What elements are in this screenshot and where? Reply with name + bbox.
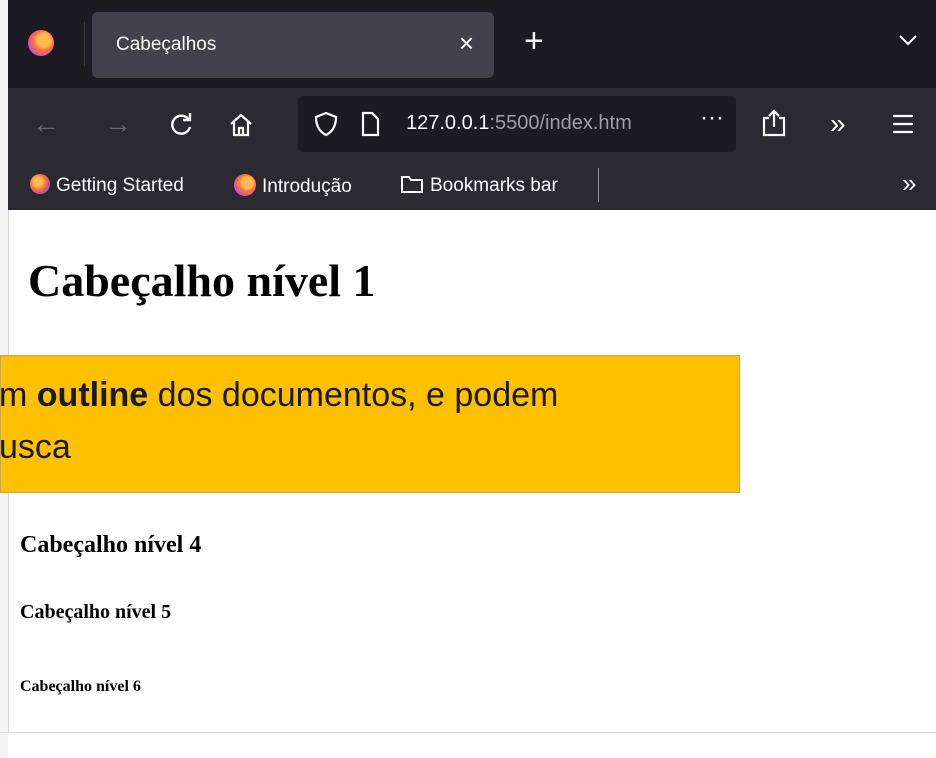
bookmark-introducao[interactable]: Introdução bbox=[234, 174, 352, 198]
back-arrow-icon[interactable]: ← bbox=[32, 108, 60, 140]
callout-text: m bbox=[0, 376, 37, 414]
close-icon[interactable]: × bbox=[459, 28, 474, 58]
address-bar[interactable]: 127.0.0.1:5500/index.htm ··· bbox=[298, 96, 736, 152]
overflow-chevron-icon[interactable]: » bbox=[830, 108, 846, 140]
page-icon[interactable] bbox=[360, 111, 380, 137]
tab-separator bbox=[84, 22, 85, 66]
url-host: 127.0.0.1 bbox=[406, 112, 490, 134]
firefox-icon bbox=[234, 174, 256, 196]
callout-bold-text: outline bbox=[36, 376, 149, 414]
url-text[interactable]: 127.0.0.1:5500/index.htm bbox=[406, 112, 632, 135]
share-icon[interactable] bbox=[760, 108, 788, 138]
firefox-icon bbox=[30, 174, 50, 194]
bookmarks-toolbar: Getting Started Introdução Bookmarks bar… bbox=[8, 160, 936, 210]
home-icon[interactable] bbox=[228, 112, 254, 138]
bookmark-folder-bookmarks-bar[interactable]: Bookmarks bar bbox=[400, 174, 558, 197]
url-path: :5500/index.htm bbox=[489, 112, 632, 134]
bookmark-label: Introdução bbox=[262, 176, 352, 197]
heading-level-4: Cabeçalho nível 4 bbox=[20, 532, 202, 558]
tab-cabecalhos[interactable]: Cabeçalhos × bbox=[92, 12, 494, 78]
callout-line-1: m outline dos documentos, e podem bbox=[0, 376, 559, 415]
hamburger-menu-icon[interactable] bbox=[892, 114, 914, 134]
firefox-icon[interactable] bbox=[28, 30, 54, 56]
tab-title: Cabeçalhos bbox=[116, 34, 217, 55]
callout-box: m outline dos documentos, e podem usca bbox=[0, 355, 740, 493]
bookmark-label: Getting Started bbox=[56, 175, 184, 196]
chevron-down-icon[interactable] bbox=[898, 30, 918, 50]
shield-icon[interactable] bbox=[314, 111, 338, 137]
callout-text: dos documentos, e podem bbox=[148, 376, 559, 414]
bookmarks-overflow-chevron-icon[interactable]: » bbox=[902, 168, 916, 199]
bookmark-getting-started[interactable]: Getting Started bbox=[30, 174, 184, 197]
heading-level-1: Cabeçalho nível 1 bbox=[28, 255, 376, 306]
page-border-bottom bbox=[0, 732, 936, 733]
forward-arrow-icon[interactable]: → bbox=[104, 108, 132, 140]
heading-level-5: Cabeçalho nível 5 bbox=[20, 601, 172, 623]
navigation-toolbar: ← → 127.0.0.1:5500/index.htm ··· » bbox=[8, 88, 936, 160]
reload-icon[interactable] bbox=[168, 112, 194, 138]
callout-line-2: usca bbox=[0, 428, 71, 466]
heading-level-6: Cabeçalho nível 6 bbox=[20, 678, 141, 695]
browser-window: Cabeçalhos × + ← → 127.0.0.1:5500/index.… bbox=[8, 0, 936, 210]
new-tab-button[interactable]: + bbox=[524, 24, 544, 58]
bookmark-label: Bookmarks bar bbox=[430, 175, 558, 196]
bookmarks-separator bbox=[598, 168, 599, 202]
page-actions-button[interactable]: ··· bbox=[696, 104, 728, 132]
folder-icon bbox=[401, 176, 423, 193]
tab-bar: Cabeçalhos × + bbox=[8, 0, 936, 88]
